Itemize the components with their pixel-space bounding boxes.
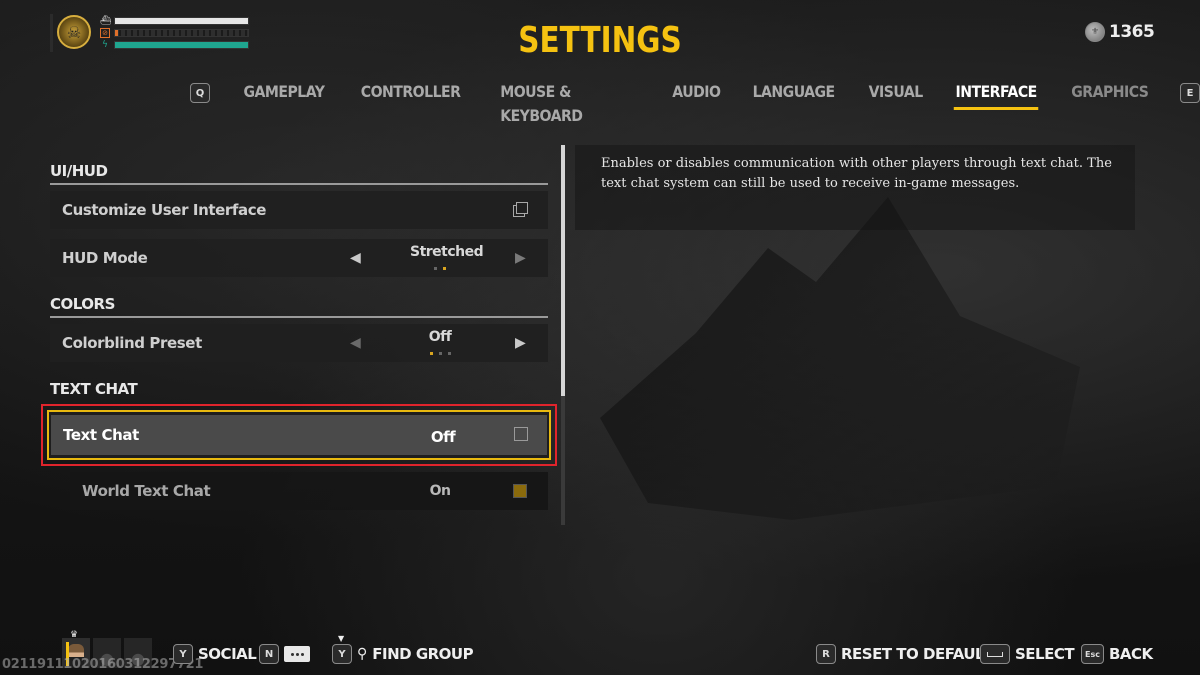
option-dot xyxy=(443,267,446,270)
status-divider xyxy=(50,14,53,52)
text-chat-body[interactable]: Text Chat Off xyxy=(51,415,547,455)
reset-default-hint[interactable]: R RESET TO DEFAULT xyxy=(816,644,992,664)
hud-mode-prev-arrow-icon[interactable]: ◀ xyxy=(350,250,361,266)
text-chat-checkbox[interactable] xyxy=(514,427,528,441)
hud-mode-next-arrow-icon[interactable]: ▶ xyxy=(515,250,526,266)
social-label: SOCIAL xyxy=(198,645,257,663)
tab-mouse-keyboard[interactable]: MOUSE & KEYBOARD xyxy=(500,80,635,125)
world-text-chat-checkbox[interactable] xyxy=(513,484,527,498)
tab-controller[interactable]: CONTROLLER xyxy=(361,80,461,106)
world-text-chat-row[interactable]: World Text Chat On xyxy=(70,472,548,510)
colorblind-next-arrow-icon[interactable]: ▶ xyxy=(515,335,526,351)
section-text-chat: TEXT CHAT xyxy=(50,380,138,398)
tab-interface[interactable]: INTERFACE xyxy=(953,80,1039,110)
text-chat-value: Off xyxy=(430,428,456,446)
option-dot xyxy=(447,352,451,355)
reset-key: R xyxy=(816,644,836,664)
focus-frame: Text Chat Off xyxy=(47,410,551,460)
colorblind-value: Off xyxy=(428,329,452,345)
tab-gameplay[interactable]: GAMEPLAY xyxy=(244,80,325,106)
esc-key: Esc xyxy=(1081,644,1104,664)
customize-ui-label: Customize User Interface xyxy=(62,201,267,219)
space-key-icon xyxy=(980,644,1010,664)
prev-tab-key[interactable]: Q xyxy=(190,83,210,103)
currency-display: ⚜ 1365 xyxy=(1085,22,1155,42)
colorblind-option-dots xyxy=(410,352,470,355)
back-label: BACK xyxy=(1108,645,1153,663)
find-group-icon: ⚲ xyxy=(357,646,368,662)
settings-scrollbar[interactable] xyxy=(561,145,565,525)
text-chat-row[interactable]: Text Chat Off xyxy=(41,404,557,466)
chat-hint[interactable]: N xyxy=(259,644,310,664)
option-dot xyxy=(434,267,437,270)
colorblind-prev-arrow-icon[interactable]: ◀ xyxy=(350,335,361,351)
colorblind-label: Colorblind Preset xyxy=(62,334,202,352)
leader-crown-icon: ♛ xyxy=(70,630,79,640)
next-tab-key[interactable]: E xyxy=(1180,83,1200,103)
tab-audio[interactable]: AUDIO xyxy=(672,80,721,106)
select-label: SELECT xyxy=(1015,645,1075,663)
customize-ui-row[interactable]: Customize User Interface xyxy=(50,191,548,229)
world-text-chat-value: On xyxy=(429,483,451,499)
hud-mode-value: Stretched xyxy=(410,244,484,260)
section-colors: COLORS xyxy=(50,287,548,318)
reset-label: RESET TO DEFAULT xyxy=(841,645,992,663)
world-text-chat-label: World Text Chat xyxy=(82,482,211,500)
find-group-hint[interactable]: Y ⚲ FIND GROUP xyxy=(332,634,474,664)
settings-tabs: Q GAMEPLAY CONTROLLER MOUSE & KEYBOARD A… xyxy=(190,78,1200,125)
tab-graphics[interactable]: GRAPHICS xyxy=(1072,80,1150,106)
find-group-key: Y xyxy=(332,634,352,664)
select-hint[interactable]: SELECT xyxy=(980,644,1075,664)
external-window-icon xyxy=(513,202,528,217)
hud-mode-row[interactable]: HUD Mode ◀ Stretched ▶ xyxy=(50,239,548,277)
skull-emblem-icon: ☠ xyxy=(57,15,91,49)
social-hint[interactable]: Y SOCIAL xyxy=(173,644,257,664)
hud-mode-label: HUD Mode xyxy=(62,249,148,267)
text-chat-label: Text Chat xyxy=(63,426,139,444)
option-dot xyxy=(429,352,433,355)
setting-description: Enables or disables communication with o… xyxy=(601,156,1112,191)
settings-list: UI/HUD Customize User Interface HUD Mode… xyxy=(41,150,557,520)
page-title: SETTINGS xyxy=(518,20,682,61)
find-group-label: FIND GROUP xyxy=(372,645,474,663)
social-key: Y xyxy=(173,644,193,664)
section-ui-hud: UI/HUD xyxy=(50,150,548,185)
colorblind-row[interactable]: Colorblind Preset ◀ Off ▶ xyxy=(50,324,548,362)
chat-bubble-icon xyxy=(284,646,310,662)
option-dot xyxy=(438,352,442,355)
tab-language[interactable]: LANGUAGE xyxy=(753,80,836,106)
hud-mode-option-dots xyxy=(410,267,470,270)
back-hint[interactable]: Esc BACK xyxy=(1081,644,1153,664)
currency-value: 1365 xyxy=(1109,22,1155,42)
scrollbar-thumb[interactable] xyxy=(561,145,565,396)
tab-visual[interactable]: VISUAL xyxy=(868,80,923,106)
chat-key: N xyxy=(259,644,279,664)
